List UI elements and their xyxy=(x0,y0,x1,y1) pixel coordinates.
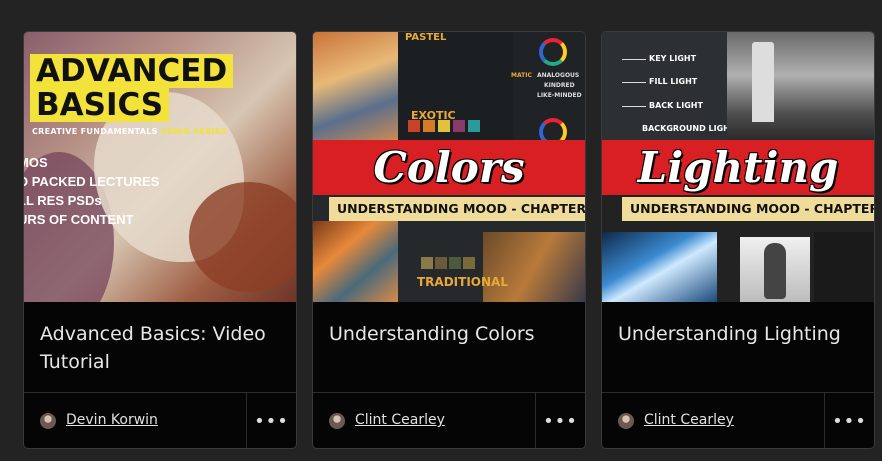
more-options-button[interactable]: ••• xyxy=(535,393,585,448)
light-label: BACK LIGHT xyxy=(649,101,703,110)
pointer-line xyxy=(622,106,646,107)
course-title[interactable]: Understanding Lighting xyxy=(618,320,858,348)
thumb-title-line-2: BASICS xyxy=(30,88,170,122)
wave-painting xyxy=(602,232,717,302)
author-link[interactable]: Clint Cearley xyxy=(644,412,734,428)
color-wheel-icon xyxy=(539,38,567,66)
author-link[interactable]: Devin Korwin xyxy=(66,412,158,428)
feature-item: LL RES PSDs xyxy=(24,193,102,208)
more-options-button[interactable]: ••• xyxy=(246,393,296,448)
wheel-label: LIKE-MINDED xyxy=(537,92,582,99)
section-heading: EXOTIC xyxy=(411,109,456,122)
wheel-label: ANALOGOUS xyxy=(537,72,580,79)
figure-sketch xyxy=(740,237,810,302)
section-heading: TRADITIONAL xyxy=(417,275,508,289)
color-swatch xyxy=(463,257,475,269)
pointer-line xyxy=(622,82,646,83)
section-heading: PASTEL xyxy=(405,32,447,43)
course-thumbnail[interactable]: PASTEL EXOTIC ANALOGOUS KINDRED LIKE-MIN… xyxy=(313,32,585,302)
course-card-understanding-lighting[interactable]: KEY LIGHT FILL LIGHT BACK LIGHT BACKGROU… xyxy=(601,31,875,449)
author-link[interactable]: Clint Cearley xyxy=(355,412,445,428)
painting-sample xyxy=(313,32,398,140)
series-prefix: CREATIVE FUNDAMENTALS xyxy=(32,127,161,136)
thumb-banner: Lighting xyxy=(602,140,874,195)
author-avatar xyxy=(618,413,634,429)
color-swatch xyxy=(435,257,447,269)
pointer-line xyxy=(622,59,646,60)
feature-item: O PACKED LECTURES xyxy=(24,174,160,189)
card-footer: Devin Korwin ••• xyxy=(24,392,296,448)
course-thumbnail[interactable]: ADVANCED BASICS CREATIVE FUNDAMENTALS VI… xyxy=(24,32,296,302)
card-footer: Clint Cearley ••• xyxy=(602,392,874,448)
card-footer: Clint Cearley ••• xyxy=(313,392,585,448)
painting-sample xyxy=(483,232,585,302)
course-title[interactable]: Understanding Colors xyxy=(329,320,569,348)
castle-painting xyxy=(727,32,874,140)
author-avatar xyxy=(40,413,56,429)
thumb-feature-list: MOS O PACKED LECTURES LL RES PSDs URS OF… xyxy=(24,153,159,229)
light-label: FILL LIGHT xyxy=(649,77,698,86)
course-card-advanced-basics[interactable]: ADVANCED BASICS CREATIVE FUNDAMENTALS VI… xyxy=(23,31,297,449)
dark-painting xyxy=(814,232,874,302)
thumb-banner: Colors xyxy=(313,140,585,195)
wheel-label: MATIC xyxy=(511,72,532,79)
painting-sample xyxy=(313,221,398,302)
light-label: BACKGROUND LIGHT xyxy=(642,124,736,133)
color-swatch xyxy=(449,257,461,269)
thumb-title-line-1: ADVANCED xyxy=(30,54,234,88)
paint-blob xyxy=(189,182,296,292)
course-thumbnail[interactable]: KEY LIGHT FILL LIGHT BACK LIGHT BACKGROU… xyxy=(602,32,874,302)
author-avatar xyxy=(329,413,345,429)
color-swatch xyxy=(468,120,480,132)
course-title[interactable]: Advanced Basics: Video Tutorial xyxy=(40,320,280,376)
wheel-label: KINDRED xyxy=(544,82,575,89)
feature-item: MOS xyxy=(24,155,48,170)
thumb-series: CREATIVE FUNDAMENTALS VIDEO SERIES xyxy=(32,127,227,136)
more-options-button[interactable]: ••• xyxy=(824,393,874,448)
chapter-label: UNDERSTANDING MOOD - CHAPTER 2 xyxy=(329,197,585,221)
castle-tower xyxy=(752,42,774,122)
color-swatch xyxy=(421,257,433,269)
chapter-label: UNDERSTANDING MOOD - CHAPTER 1 xyxy=(622,197,874,221)
course-card-understanding-colors[interactable]: PASTEL EXOTIC ANALOGOUS KINDRED LIKE-MIN… xyxy=(312,31,586,449)
series-suffix: VIDEO SERIES xyxy=(160,127,227,136)
light-label: KEY LIGHT xyxy=(649,54,697,63)
feature-item: URS OF CONTENT xyxy=(24,212,134,227)
